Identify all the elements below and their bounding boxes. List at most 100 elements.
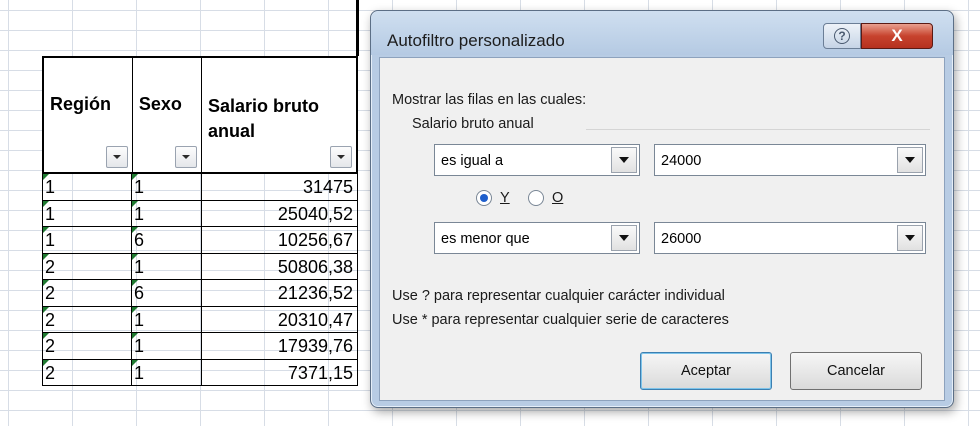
table-row: 2 1 50806,38 bbox=[42, 253, 358, 280]
group-divider bbox=[586, 129, 930, 130]
cell-sexo[interactable]: 6 bbox=[132, 227, 202, 254]
cell-sexo[interactable]: 1 bbox=[132, 333, 202, 360]
cell-value: 1 bbox=[134, 203, 145, 224]
close-button[interactable]: X bbox=[861, 23, 933, 49]
cell-salario[interactable]: 25040,52 bbox=[202, 200, 358, 227]
cell-salario[interactable]: 50806,38 bbox=[202, 253, 358, 280]
chevron-down-icon bbox=[112, 155, 121, 159]
custom-autofilter-dialog: Autofiltro personalizado ? X Mostrar las… bbox=[370, 10, 954, 408]
header-salario-line2: anual bbox=[207, 121, 255, 141]
cell-sexo[interactable]: 1 bbox=[132, 359, 202, 386]
header-salario-line1: Salario bruto bbox=[207, 96, 319, 116]
value1-dropdown-button[interactable] bbox=[897, 147, 923, 173]
cell-region[interactable]: 2 bbox=[42, 333, 132, 360]
header-sexo: Sexo bbox=[133, 58, 202, 172]
cell-sexo[interactable]: 1 bbox=[132, 253, 202, 280]
operator2-dropdown-button[interactable] bbox=[611, 225, 637, 251]
radio-or-circle[interactable] bbox=[528, 190, 544, 206]
hint-any-chars: Use * para representar cualquier serie d… bbox=[392, 312, 729, 328]
dialog-body: Mostrar las filas en las cuales: Salario… bbox=[379, 57, 945, 401]
value2-dropdown-button[interactable] bbox=[897, 225, 923, 251]
cell-salario[interactable]: 7371,15 bbox=[202, 359, 358, 386]
header-sexo-label: Sexo bbox=[138, 94, 182, 114]
cell-value: 17939,76 bbox=[277, 336, 353, 356]
dialog-title: Autofiltro personalizado bbox=[387, 31, 565, 50]
cell-salario[interactable]: 21236,52 bbox=[202, 280, 358, 307]
cell-region[interactable]: 2 bbox=[42, 306, 132, 333]
chevron-down-icon bbox=[905, 157, 915, 163]
operator1-select[interactable]: es igual a bbox=[434, 144, 640, 176]
cell-salario[interactable]: 17939,76 bbox=[202, 333, 358, 360]
header-salario-label: Salario bruto anual bbox=[208, 94, 319, 144]
operator1-dropdown-button[interactable] bbox=[611, 147, 637, 173]
cell-value: 1 bbox=[45, 177, 56, 197]
cell-region[interactable]: 1 bbox=[42, 227, 132, 254]
cell-region[interactable]: 2 bbox=[42, 280, 132, 307]
header-region-label: Región bbox=[50, 94, 111, 114]
cell-sexo[interactable]: 6 bbox=[132, 280, 202, 307]
value2-text: 26000 bbox=[661, 231, 702, 247]
radio-or[interactable]: O bbox=[528, 190, 563, 206]
cell-value: 1 bbox=[45, 230, 56, 250]
table-row: 2 1 20310,47 bbox=[42, 306, 358, 333]
radio-or-label: O bbox=[552, 190, 564, 206]
cell-value: 7371,15 bbox=[287, 362, 353, 383]
value1-combobox[interactable]: 24000 bbox=[654, 144, 926, 176]
table-row: 2 1 17939,76 bbox=[42, 333, 358, 360]
cell-value: 1 bbox=[134, 309, 145, 330]
cell-region[interactable]: 2 bbox=[42, 253, 132, 280]
cancel-button-label: Cancelar bbox=[826, 363, 886, 379]
operator2-value: es menor que bbox=[441, 231, 530, 247]
column-selection-border bbox=[356, 0, 359, 56]
table-row: 2 6 21236,52 bbox=[42, 280, 358, 307]
cell-sexo[interactable]: 1 bbox=[132, 174, 202, 201]
operator2-select[interactable]: es menor que bbox=[434, 222, 640, 254]
table-row: 1 1 31475 bbox=[42, 174, 358, 201]
radio-selected-dot bbox=[480, 194, 488, 202]
cell-value: 21236,52 bbox=[277, 283, 353, 303]
cell-sexo[interactable]: 1 bbox=[132, 306, 202, 333]
cell-value: 1 bbox=[134, 177, 145, 197]
cell-value: 10256,67 bbox=[277, 230, 353, 250]
table-body: 1 1 31475 1 1 25040,52 1 6 10256,67 2 1 … bbox=[42, 174, 358, 386]
operator1-value: es igual a bbox=[441, 153, 504, 169]
dialog-titlebar[interactable]: Autofiltro personalizado ? X bbox=[371, 11, 953, 55]
cell-value: 1 bbox=[134, 256, 145, 277]
filter-dropdown-region[interactable] bbox=[105, 146, 128, 168]
chevron-down-icon bbox=[181, 155, 190, 159]
cell-value: 6 bbox=[134, 283, 145, 303]
cell-value: 25040,52 bbox=[277, 203, 353, 224]
cell-value: 6 bbox=[134, 230, 145, 250]
cell-region[interactable]: 2 bbox=[42, 359, 132, 386]
cell-value: 50806,38 bbox=[277, 256, 353, 277]
cancel-button[interactable]: Cancelar bbox=[790, 352, 922, 390]
cell-salario[interactable]: 31475 bbox=[202, 174, 358, 201]
spreadsheet: Región Sexo Salario bruto anual 1 1 3147 bbox=[42, 0, 359, 426]
radio-and-circle[interactable] bbox=[476, 190, 492, 206]
cell-sexo[interactable]: 1 bbox=[132, 200, 202, 227]
cell-salario[interactable]: 10256,67 bbox=[202, 227, 358, 254]
radio-and[interactable]: Y bbox=[476, 190, 510, 206]
header-region: Región bbox=[44, 58, 133, 172]
filter-dropdown-sexo[interactable] bbox=[174, 146, 197, 168]
filter-dropdown-salario[interactable] bbox=[330, 146, 352, 168]
cell-value: 2 bbox=[45, 256, 56, 277]
help-button[interactable]: ? bbox=[823, 23, 861, 49]
ok-button[interactable]: Aceptar bbox=[640, 352, 772, 390]
cell-value: 1 bbox=[45, 203, 56, 224]
chevron-down-icon bbox=[619, 235, 629, 241]
table-row: 2 1 7371,15 bbox=[42, 359, 358, 386]
chevron-down-icon bbox=[337, 155, 345, 159]
radio-and-label: Y bbox=[500, 190, 510, 206]
cell-salario[interactable]: 20310,47 bbox=[202, 306, 358, 333]
cell-value: 2 bbox=[45, 283, 56, 303]
value1-text: 24000 bbox=[661, 153, 702, 169]
cell-value: 31475 bbox=[302, 177, 353, 197]
value2-combobox[interactable]: 26000 bbox=[654, 222, 926, 254]
cell-value: 2 bbox=[45, 336, 56, 356]
cell-value: 2 bbox=[45, 309, 56, 330]
hint-single-char: Use ? para representar cualquier carácte… bbox=[392, 288, 725, 304]
header-salario: Salario bruto anual bbox=[202, 58, 356, 172]
cell-region[interactable]: 1 bbox=[42, 200, 132, 227]
cell-region[interactable]: 1 bbox=[42, 174, 132, 201]
